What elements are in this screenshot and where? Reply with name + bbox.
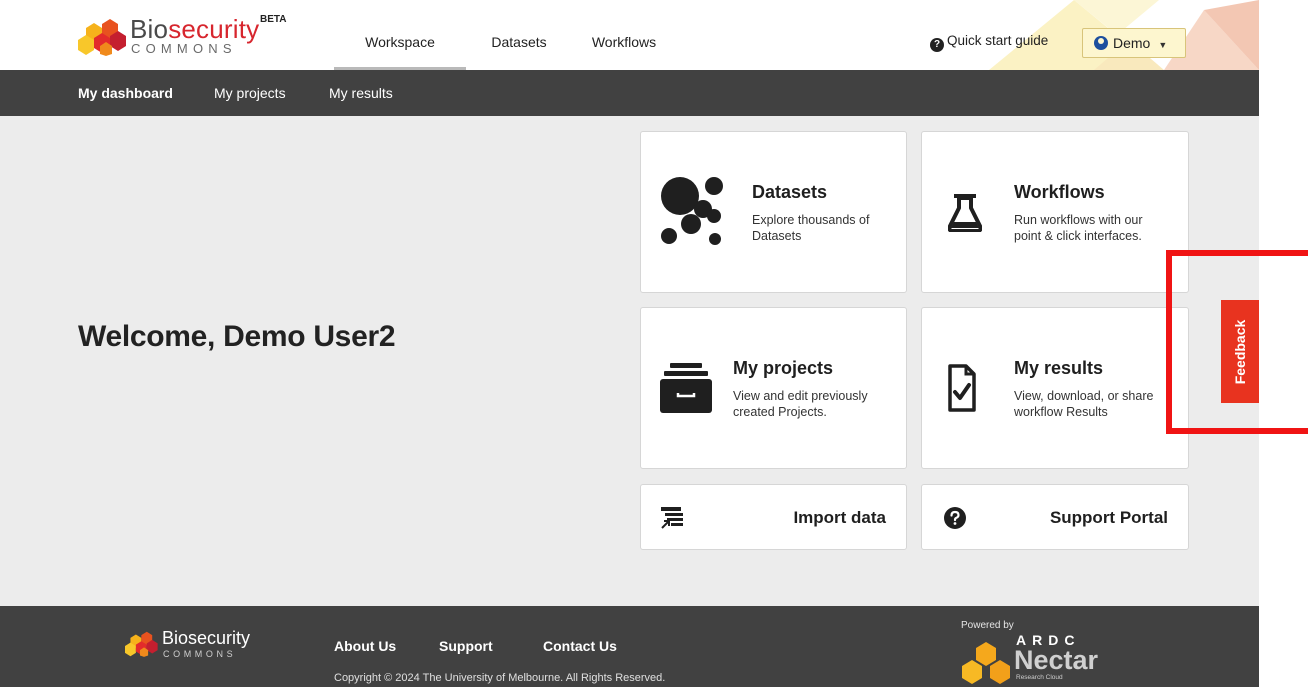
my-projects-card-title: My projects [733, 358, 834, 378]
quick-start-link[interactable]: ? Quick start guide [930, 33, 1048, 52]
workflows-card-title: Workflows [1014, 182, 1105, 202]
feedback-label: Feedback [1232, 319, 1248, 384]
question-circle-icon: ? [930, 38, 944, 52]
biosecurity-hexagon-icon [125, 631, 158, 657]
my-projects-card-desc: View and edit previously created Project… [733, 389, 868, 419]
caret-down-icon: ▼ [1158, 40, 1168, 50]
subnav-item-results[interactable]: My results [329, 70, 393, 116]
nectar-logo[interactable]: Nectar [1014, 646, 1098, 674]
top-header: Biosecurity COMMONS BETA Workspace Datas… [0, 0, 1259, 70]
footer-brand: Biosecurity [162, 628, 251, 648]
brand-wordmark: Biosecurity [130, 14, 260, 44]
nectar-hexagon-icon [962, 642, 1010, 684]
brand-subtitle: COMMONS [131, 41, 237, 56]
user-menu-label: Demo [1113, 35, 1151, 51]
support-portal-card[interactable]: Support Portal [921, 484, 1189, 550]
datasets-card[interactable]: Datasets Explore thousands of Datasets [640, 131, 907, 293]
flask-icon [948, 194, 982, 232]
feedback-tab[interactable]: Feedback [1221, 300, 1259, 403]
app-window: Biosecurity COMMONS BETA Workspace Datas… [0, 0, 1259, 687]
datasets-card-desc: Explore thousands of Datasets [752, 213, 870, 243]
footer-link-support[interactable]: Support [439, 638, 493, 654]
my-projects-card[interactable]: My projects View and edit previously cre… [640, 307, 907, 469]
nectar-subtitle: Research Cloud [1016, 674, 1063, 681]
footer-link-contact[interactable]: Contact Us [543, 638, 617, 654]
subnav-item-projects[interactable]: My projects [214, 70, 286, 116]
my-results-card-desc: View, download, or share workflow Result… [1014, 389, 1154, 419]
beta-badge: BETA [260, 14, 287, 25]
datasets-dots-icon [661, 177, 723, 245]
support-portal-card-title: Support Portal [1049, 508, 1168, 527]
biosecurity-hexagon-icon [78, 19, 126, 56]
tab-datasets[interactable]: Datasets [479, 0, 559, 70]
copyright-text: Copyright © 2024 The University of Melbo… [334, 672, 666, 684]
import-data-card-title: Import data [793, 508, 886, 527]
import-data-card[interactable]: Import data [640, 484, 907, 550]
workflows-card-desc: Run workflows with our point & click int… [1014, 213, 1143, 243]
file-check-icon [948, 364, 976, 412]
footer: Biosecurity COMMONS About Us Support Con… [0, 606, 1259, 687]
powered-by-label: Powered by [961, 620, 1014, 631]
welcome-heading: Welcome, Demo User2 [78, 320, 396, 353]
footer-link-about[interactable]: About Us [334, 638, 396, 654]
datasets-card-title: Datasets [752, 182, 828, 202]
question-circle-icon [944, 507, 966, 529]
tab-workspace[interactable]: Workspace [334, 0, 466, 70]
footer-brand-subtitle: COMMONS [163, 649, 237, 659]
sub-nav: My dashboard My projects My results [0, 70, 1259, 116]
my-results-card[interactable]: My results View, download, or share work… [921, 307, 1189, 469]
user-menu-button[interactable]: Demo ▼ [1082, 28, 1186, 58]
my-results-card-title: My results [1014, 358, 1104, 378]
footer-logo[interactable]: Biosecurity COMMONS [125, 629, 265, 665]
tab-workflows[interactable]: Workflows [584, 0, 664, 70]
archive-box-icon [660, 363, 712, 413]
workflows-card[interactable]: Workflows Run workflows with our point &… [921, 131, 1189, 293]
user-icon [1094, 36, 1108, 50]
subnav-item-dashboard[interactable]: My dashboard [78, 70, 173, 116]
brand-logo[interactable]: Biosecurity COMMONS BETA [78, 14, 308, 58]
quick-start-label: Quick start guide [947, 33, 1049, 48]
import-icon [661, 507, 683, 529]
